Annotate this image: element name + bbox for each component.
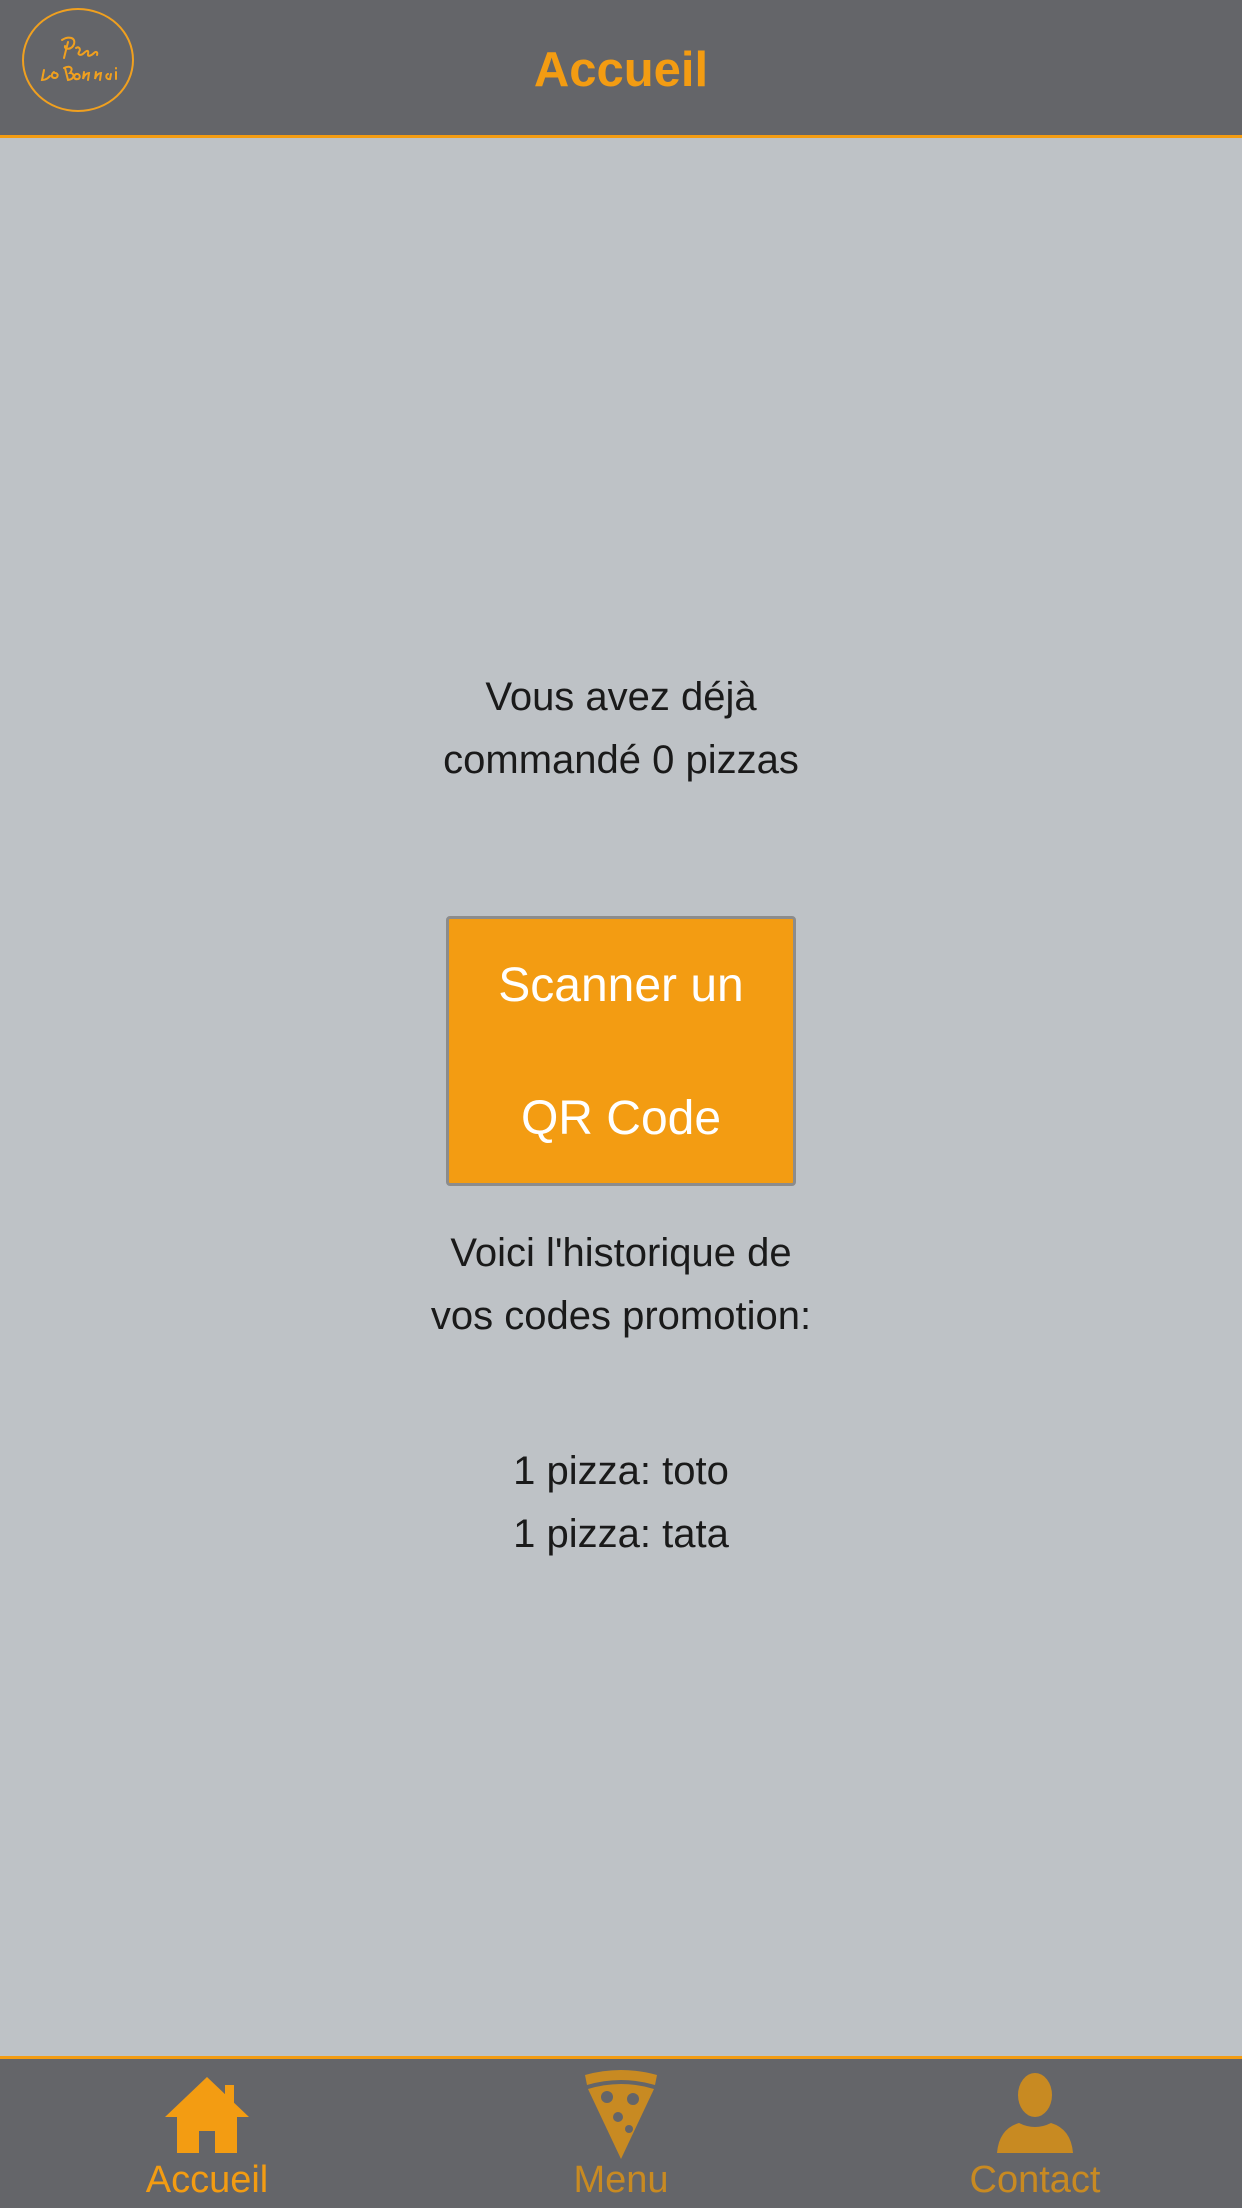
tab-contact-label: Contact (969, 2159, 1101, 2201)
order-count-text: Vous avez déjà commandé 0 pizzas (443, 675, 799, 782)
bottom-tab-bar: Accueil Menu Contact (0, 2056, 1242, 2208)
tab-accueil[interactable]: Accueil (0, 2059, 414, 2208)
tab-accueil-label: Accueil (145, 2159, 269, 2201)
tab-menu-label: Menu (573, 2159, 669, 2201)
person-icon (997, 2073, 1073, 2153)
scan-button-label-line-2: QR Code (520, 1092, 722, 1145)
tab-contact[interactable]: Contact (828, 2059, 1242, 2208)
header-bar: Accueil (0, 0, 1242, 138)
promo-code-item: 1 pizza: tata (513, 1512, 729, 1556)
promo-history-heading: Voici l'historique de vos codes promotio… (430, 1231, 812, 1338)
promo-code-list: 1 pizza: toto 1 pizza: tata (421, 1440, 821, 1566)
page-title: Accueil (533, 43, 709, 97)
main-content: Vous avez déjà commandé 0 pizzas Scanner… (0, 138, 1242, 2056)
scan-qr-code-button[interactable]: Scanner un QR Code (446, 916, 796, 1186)
scan-button-label-line-1: Scanner un (498, 959, 744, 1012)
promo-code-item: 1 pizza: toto (513, 1449, 729, 1493)
home-icon (165, 2077, 249, 2153)
tab-menu[interactable]: Menu (414, 2059, 828, 2208)
pizza-slice-icon (585, 2070, 657, 2159)
